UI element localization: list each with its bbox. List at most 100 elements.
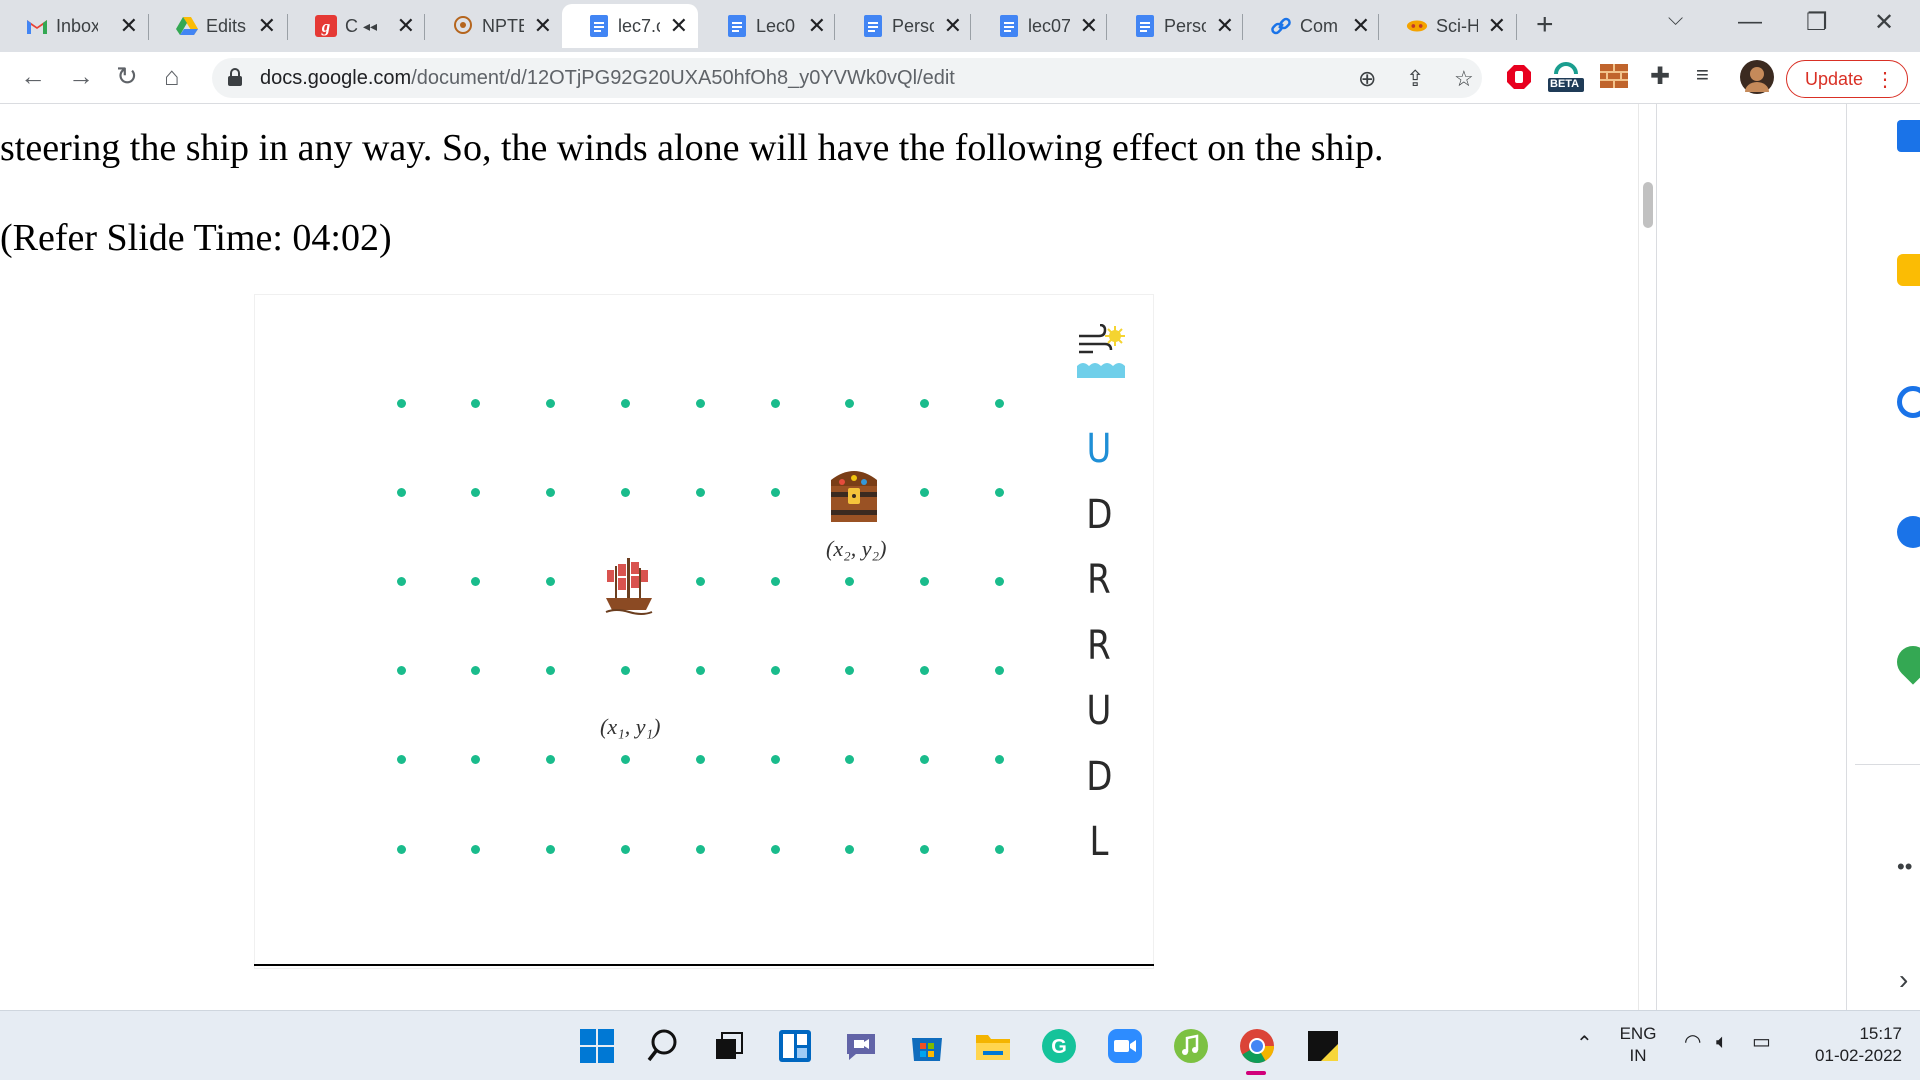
tab-perso-1[interactable]: Perso ✕ (836, 4, 972, 48)
speaker-icon[interactable]: ◂◂ (363, 18, 377, 35)
back-button[interactable]: ← (20, 63, 46, 89)
keep-icon[interactable] (1897, 254, 1920, 286)
scihub-icon (1406, 15, 1428, 37)
file-explorer-icon[interactable] (974, 1027, 1012, 1065)
search-icon[interactable] (644, 1027, 682, 1065)
music-app-icon[interactable] (1172, 1027, 1210, 1065)
close-tab-icon[interactable]: ✕ (534, 15, 552, 37)
tab-perso-2[interactable]: Perso ✕ (1108, 4, 1244, 48)
treasure-coordinate-label: (x₂, y₂) (826, 536, 887, 561)
beta-label: BETA (1550, 78, 1580, 90)
calendar-icon[interactable] (1897, 120, 1920, 152)
close-tab-icon[interactable]: ✕ (670, 15, 688, 37)
beta-extension-icon[interactable]: BETA (1546, 58, 1586, 99)
grid-dot (620, 487, 630, 497)
wifi-icon[interactable]: ◠ (1684, 1031, 1701, 1053)
reload-button[interactable]: ↻ (116, 63, 138, 89)
grid-dot (770, 844, 780, 854)
task-view-icon[interactable] (710, 1027, 748, 1065)
more-addons-icon[interactable]: •• (1897, 854, 1912, 880)
share-icon[interactable]: ⇪ (1406, 66, 1424, 92)
grid-dot (770, 487, 780, 497)
contacts-icon[interactable] (1897, 516, 1920, 548)
tasks-icon[interactable] (1897, 386, 1920, 418)
grid-dot (695, 844, 705, 854)
region-code: IN (1629, 1046, 1647, 1065)
bookmark-star-icon[interactable]: ☆ (1454, 66, 1474, 92)
home-button[interactable]: ⌂ (164, 63, 180, 89)
profile-avatar[interactable] (1740, 60, 1774, 99)
grid-dot (845, 398, 855, 408)
expand-panel-chevron-icon[interactable]: › (1899, 964, 1908, 996)
restore-button[interactable]: ❐ (1806, 8, 1828, 37)
maps-icon[interactable] (1890, 639, 1920, 685)
document-scrollbar[interactable] (1638, 104, 1656, 1010)
teams-chat-icon[interactable] (842, 1027, 880, 1065)
grid-dot (994, 576, 1004, 586)
close-tab-icon[interactable]: ✕ (397, 15, 415, 37)
address-bar[interactable]: docs.google.com/document/d/12OTjPG92G20U… (212, 58, 1482, 98)
grid-dot (920, 487, 930, 497)
clock[interactable]: 15:17 01-02-2022 (1790, 1023, 1902, 1067)
tab-com[interactable]: Com ✕ (1244, 4, 1380, 48)
extensions-puzzle-icon[interactable]: ✚ (1650, 62, 1670, 91)
grid-dot (920, 844, 930, 854)
tab-scihub[interactable]: Sci-H ✕ (1380, 4, 1516, 48)
update-button[interactable]: Update ⋮ (1786, 60, 1908, 98)
chrome-icon[interactable] (1238, 1027, 1276, 1065)
tab-nptel[interactable]: NPTE ✕ (426, 4, 562, 48)
close-tab-icon[interactable]: ✕ (1352, 15, 1370, 37)
language-indicator[interactable]: ENG IN (1612, 1023, 1664, 1067)
zoom-icon[interactable]: ⊕ (1358, 66, 1376, 92)
lock-icon[interactable] (228, 68, 242, 86)
close-tab-icon[interactable]: ✕ (1080, 15, 1098, 37)
microsoft-store-icon[interactable] (908, 1027, 946, 1065)
forward-button[interactable]: → (68, 63, 94, 89)
tab-lec07[interactable]: lec07 ✕ (972, 4, 1108, 48)
tab-lec0[interactable]: Lec0 ✕ (700, 4, 836, 48)
grid-dot (620, 844, 630, 854)
tab-inbox[interactable]: Inbox ✕ (0, 4, 148, 48)
tab-title: Com (1300, 15, 1339, 36)
volume-icon[interactable]: 🔈︎ (1716, 1031, 1728, 1053)
grid-dot (920, 576, 930, 586)
grid-dot (695, 755, 705, 765)
brick-extension-icon[interactable] (1600, 64, 1628, 93)
close-tab-icon[interactable]: ✕ (1488, 15, 1506, 37)
close-tab-icon[interactable]: ✕ (120, 15, 138, 37)
document-paragraph[interactable]: steering the ship in any way. So, the wi… (0, 126, 1384, 170)
close-tab-icon[interactable]: ✕ (808, 15, 826, 37)
document-paragraph[interactable]: (Refer Slide Time: 04:02) (0, 216, 392, 260)
close-tab-icon[interactable]: ✕ (944, 15, 962, 37)
adblock-extension-icon[interactable] (1506, 64, 1532, 95)
battery-icon[interactable]: ▭ (1752, 1031, 1771, 1053)
media-control-icon[interactable]: ≡ (1696, 62, 1709, 88)
tab-title: lec07 (1028, 15, 1070, 36)
scrollbar-thumb[interactable] (1643, 182, 1653, 228)
grid-dot (994, 844, 1004, 854)
slide-image[interactable] (254, 294, 1154, 969)
close-tab-icon[interactable]: ✕ (1216, 15, 1234, 37)
grammarly-icon[interactable]: G (1040, 1027, 1078, 1065)
tab-title: Perso (892, 15, 934, 36)
sticky-notes-icon[interactable] (1304, 1027, 1342, 1065)
widgets-icon[interactable] (776, 1027, 814, 1065)
grid-dot (396, 487, 406, 497)
show-hidden-icons-chevron[interactable]: ⌃ (1576, 1033, 1593, 1055)
close-tab-icon[interactable]: ✕ (258, 15, 276, 37)
language-code: ENG (1619, 1024, 1657, 1043)
zoom-app-icon[interactable] (1106, 1027, 1144, 1065)
workspace-side-rail: •• › (1846, 104, 1920, 1010)
tab-edits[interactable]: Edits ✕ (150, 4, 286, 48)
minimize-button[interactable]: — (1738, 8, 1762, 36)
tab-search-chevron-icon[interactable]: ⌵ (1668, 8, 1683, 31)
close-window-button[interactable]: ✕ (1874, 8, 1894, 37)
grid-dot (920, 398, 930, 408)
grid-dot (396, 755, 406, 765)
more-menu-icon[interactable]: ⋮ (1875, 67, 1895, 92)
url-text[interactable]: docs.google.com/document/d/12OTjPG92G20U… (260, 67, 955, 90)
tab-grammarly[interactable]: g C ◂◂ ✕ (289, 4, 425, 48)
new-tab-button[interactable]: + (1536, 10, 1554, 40)
tab-lec7-active[interactable]: lec7.c ✕ (562, 4, 698, 48)
windows-start-icon[interactable] (578, 1027, 616, 1065)
